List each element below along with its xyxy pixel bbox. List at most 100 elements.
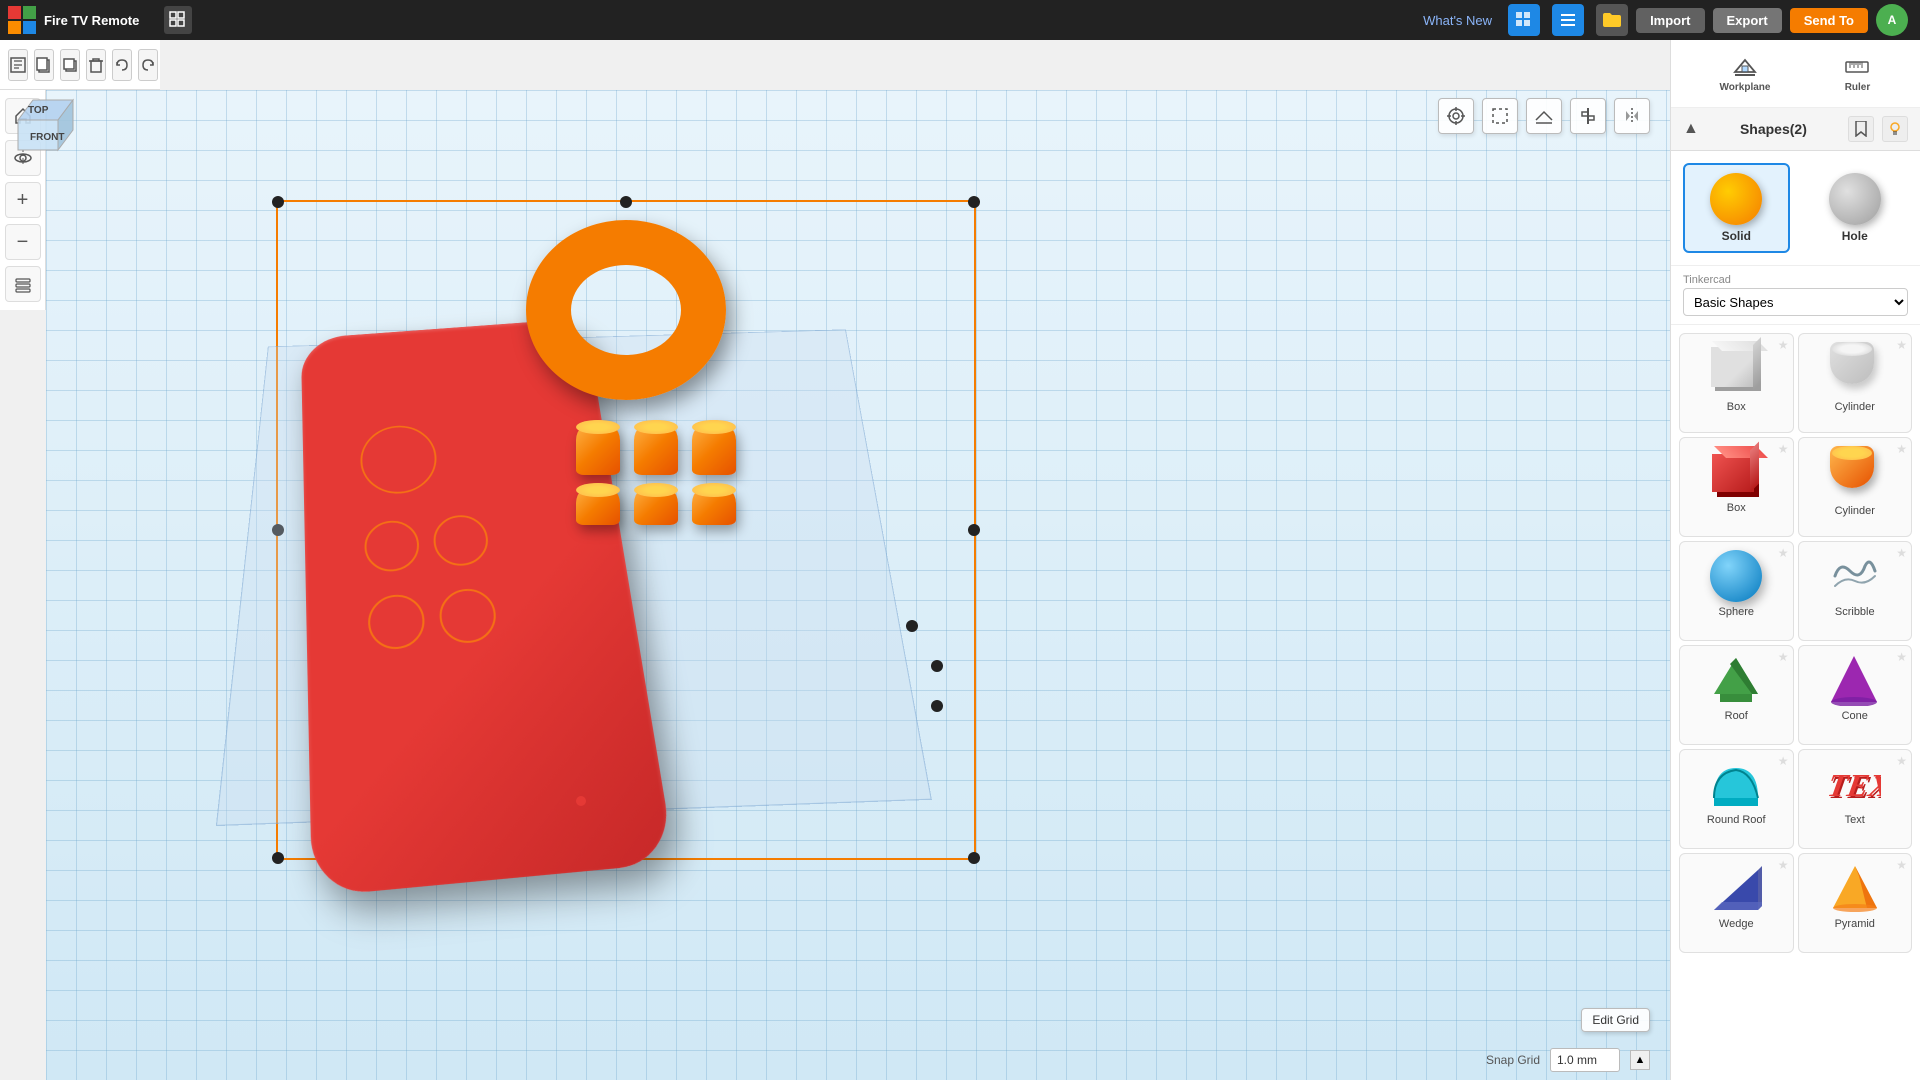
user-avatar[interactable]: A (1876, 4, 1908, 36)
pyramid-visual (1829, 862, 1881, 914)
shape-card-wedge[interactable]: ★ Wedge (1679, 853, 1794, 953)
height-handle-3[interactable] (931, 700, 943, 712)
shape-card-cylinder-gray[interactable]: ★ Cylinder (1798, 333, 1913, 433)
delete-button[interactable] (86, 49, 106, 81)
btn-circle-3 (432, 513, 491, 567)
ruler-panel-btn[interactable]: Ruler (1833, 48, 1881, 99)
shape-card-round-roof[interactable]: ★ Round Roof (1679, 749, 1794, 849)
favorite-star-sphere[interactable]: ★ (1778, 546, 1789, 560)
sphere-visual (1710, 550, 1762, 602)
hole-button[interactable]: Hole (1802, 163, 1909, 253)
workplane-panel-btn[interactable]: Workplane (1710, 48, 1781, 99)
grid-view-toggle[interactable] (164, 6, 192, 34)
pyramid-svg-icon (1829, 862, 1881, 914)
viewport[interactable]: Edit Grid Snap Grid ▲ (46, 90, 1670, 1080)
cylinder-1[interactable] (576, 420, 620, 475)
handle-br[interactable] (968, 852, 980, 864)
design-tools-icon[interactable] (1552, 4, 1584, 36)
lightbulb-icon-btn[interactable] (1882, 116, 1908, 142)
tinkercad-lib-label: Tinkercad (1683, 274, 1908, 286)
library-dropdown[interactable]: Basic Shapes (1683, 288, 1908, 316)
favorite-star-pyramid[interactable]: ★ (1896, 858, 1907, 872)
redo-button[interactable] (138, 49, 158, 81)
cylinder-3[interactable] (692, 420, 736, 475)
zoom-in-button[interactable]: + (5, 182, 41, 218)
svg-text:TEXT: TEXT (1829, 767, 1881, 803)
top-right-actions: What's New Import Export Send To A (1423, 0, 1920, 40)
send-to-button[interactable]: Send To (1790, 8, 1868, 33)
hole-circle-visual (1829, 173, 1881, 225)
favorite-star-cone[interactable]: ★ (1896, 650, 1907, 664)
undo-icon (113, 56, 131, 74)
favorite-star-roof[interactable]: ★ (1778, 650, 1789, 664)
cylinder-6[interactable] (692, 483, 736, 525)
shapes-panel-header: ▲ Shapes(2) (1671, 108, 1920, 151)
roof-svg-icon (1710, 654, 1762, 706)
cylinder-4[interactable] (576, 483, 620, 525)
roof-visual (1710, 654, 1762, 706)
shape-card-pyramid[interactable]: ★ Pyramid (1798, 853, 1913, 953)
trash-icon (87, 56, 105, 74)
height-handle-1[interactable] (906, 620, 918, 632)
shape-card-roof[interactable]: ★ Roof (1679, 645, 1794, 745)
cylinder-5[interactable] (634, 483, 678, 525)
workplane-btn[interactable] (1526, 98, 1562, 134)
apps-grid-icon[interactable] (1508, 4, 1540, 36)
shape-card-box-red[interactable]: ★ Box (1679, 437, 1794, 537)
shape-card-box-gray[interactable]: ★ Box (1679, 333, 1794, 433)
new-button[interactable] (8, 49, 28, 81)
handle-tc[interactable] (620, 196, 632, 208)
edit-grid-button[interactable]: Edit Grid (1581, 1008, 1650, 1032)
snap-increase-btn[interactable]: ▲ (1630, 1050, 1650, 1070)
favorite-star-wedge[interactable]: ★ (1778, 858, 1789, 872)
target-icon (1446, 106, 1466, 126)
workplane-label: Workplane (1720, 82, 1771, 93)
favorite-star-cyl-gray[interactable]: ★ (1896, 338, 1907, 352)
box-select-btn[interactable] (1482, 98, 1518, 134)
logo-area: Fire TV Remote (0, 0, 160, 40)
mirror-icon (1622, 106, 1642, 126)
shape-card-scribble[interactable]: ★ Scribble (1798, 541, 1913, 641)
favorite-star-text[interactable]: ★ (1896, 754, 1907, 768)
height-handle-2[interactable] (931, 660, 943, 672)
torus-shape[interactable] (526, 220, 726, 400)
export-button[interactable]: Export (1713, 8, 1782, 33)
handle-tr[interactable] (968, 196, 980, 208)
favorite-star-scribble[interactable]: ★ (1896, 546, 1907, 560)
handle-tl[interactable] (272, 196, 284, 208)
shape-card-cone[interactable]: ★ Cone (1798, 645, 1913, 745)
handle-bl[interactable] (272, 852, 284, 864)
import-button[interactable]: Import (1636, 8, 1704, 33)
undo-button[interactable] (112, 49, 132, 81)
torus-visual (526, 220, 726, 400)
solid-button[interactable]: Solid (1683, 163, 1790, 253)
handle-mr[interactable] (968, 524, 980, 536)
snap-grid-input[interactable] (1550, 1048, 1620, 1072)
bookmark-icon-btn[interactable] (1848, 116, 1874, 142)
shape-card-cylinder-orange[interactable]: ★ Cylinder (1798, 437, 1913, 537)
solid-hole-row: Solid Hole (1671, 151, 1920, 266)
layers-button[interactable] (5, 266, 41, 302)
whats-new-link[interactable]: What's New (1423, 13, 1492, 28)
align-btn[interactable] (1570, 98, 1606, 134)
favorite-star-round-roof[interactable]: ★ (1778, 754, 1789, 768)
collapse-icon[interactable]: ▲ (1683, 120, 1699, 138)
wedge-label: Wedge (1719, 918, 1754, 930)
solid-circle-visual (1710, 173, 1762, 225)
favorite-star-cyl-orange[interactable]: ★ (1896, 442, 1907, 456)
cylinder-2[interactable] (634, 420, 678, 475)
cone-label: Cone (1842, 710, 1868, 722)
favorite-star-box-gray[interactable]: ★ (1778, 338, 1789, 352)
lightbulb-icon (1888, 121, 1902, 137)
favorite-star-box-red[interactable]: ★ (1778, 442, 1789, 456)
round-roof-label: Round Roof (1707, 814, 1766, 826)
zoom-out-button[interactable]: − (5, 224, 41, 260)
shape-card-sphere[interactable]: ★ Sphere (1679, 541, 1794, 641)
shape-card-text[interactable]: ★ TEXT Text (1798, 749, 1913, 849)
copy-button[interactable] (34, 49, 54, 81)
tinkercad-logo-icon (8, 6, 36, 34)
target-icon-btn[interactable] (1438, 98, 1474, 134)
folder-icon[interactable] (1596, 4, 1628, 36)
mirror-btn[interactable] (1614, 98, 1650, 134)
duplicate-button[interactable] (60, 49, 80, 81)
